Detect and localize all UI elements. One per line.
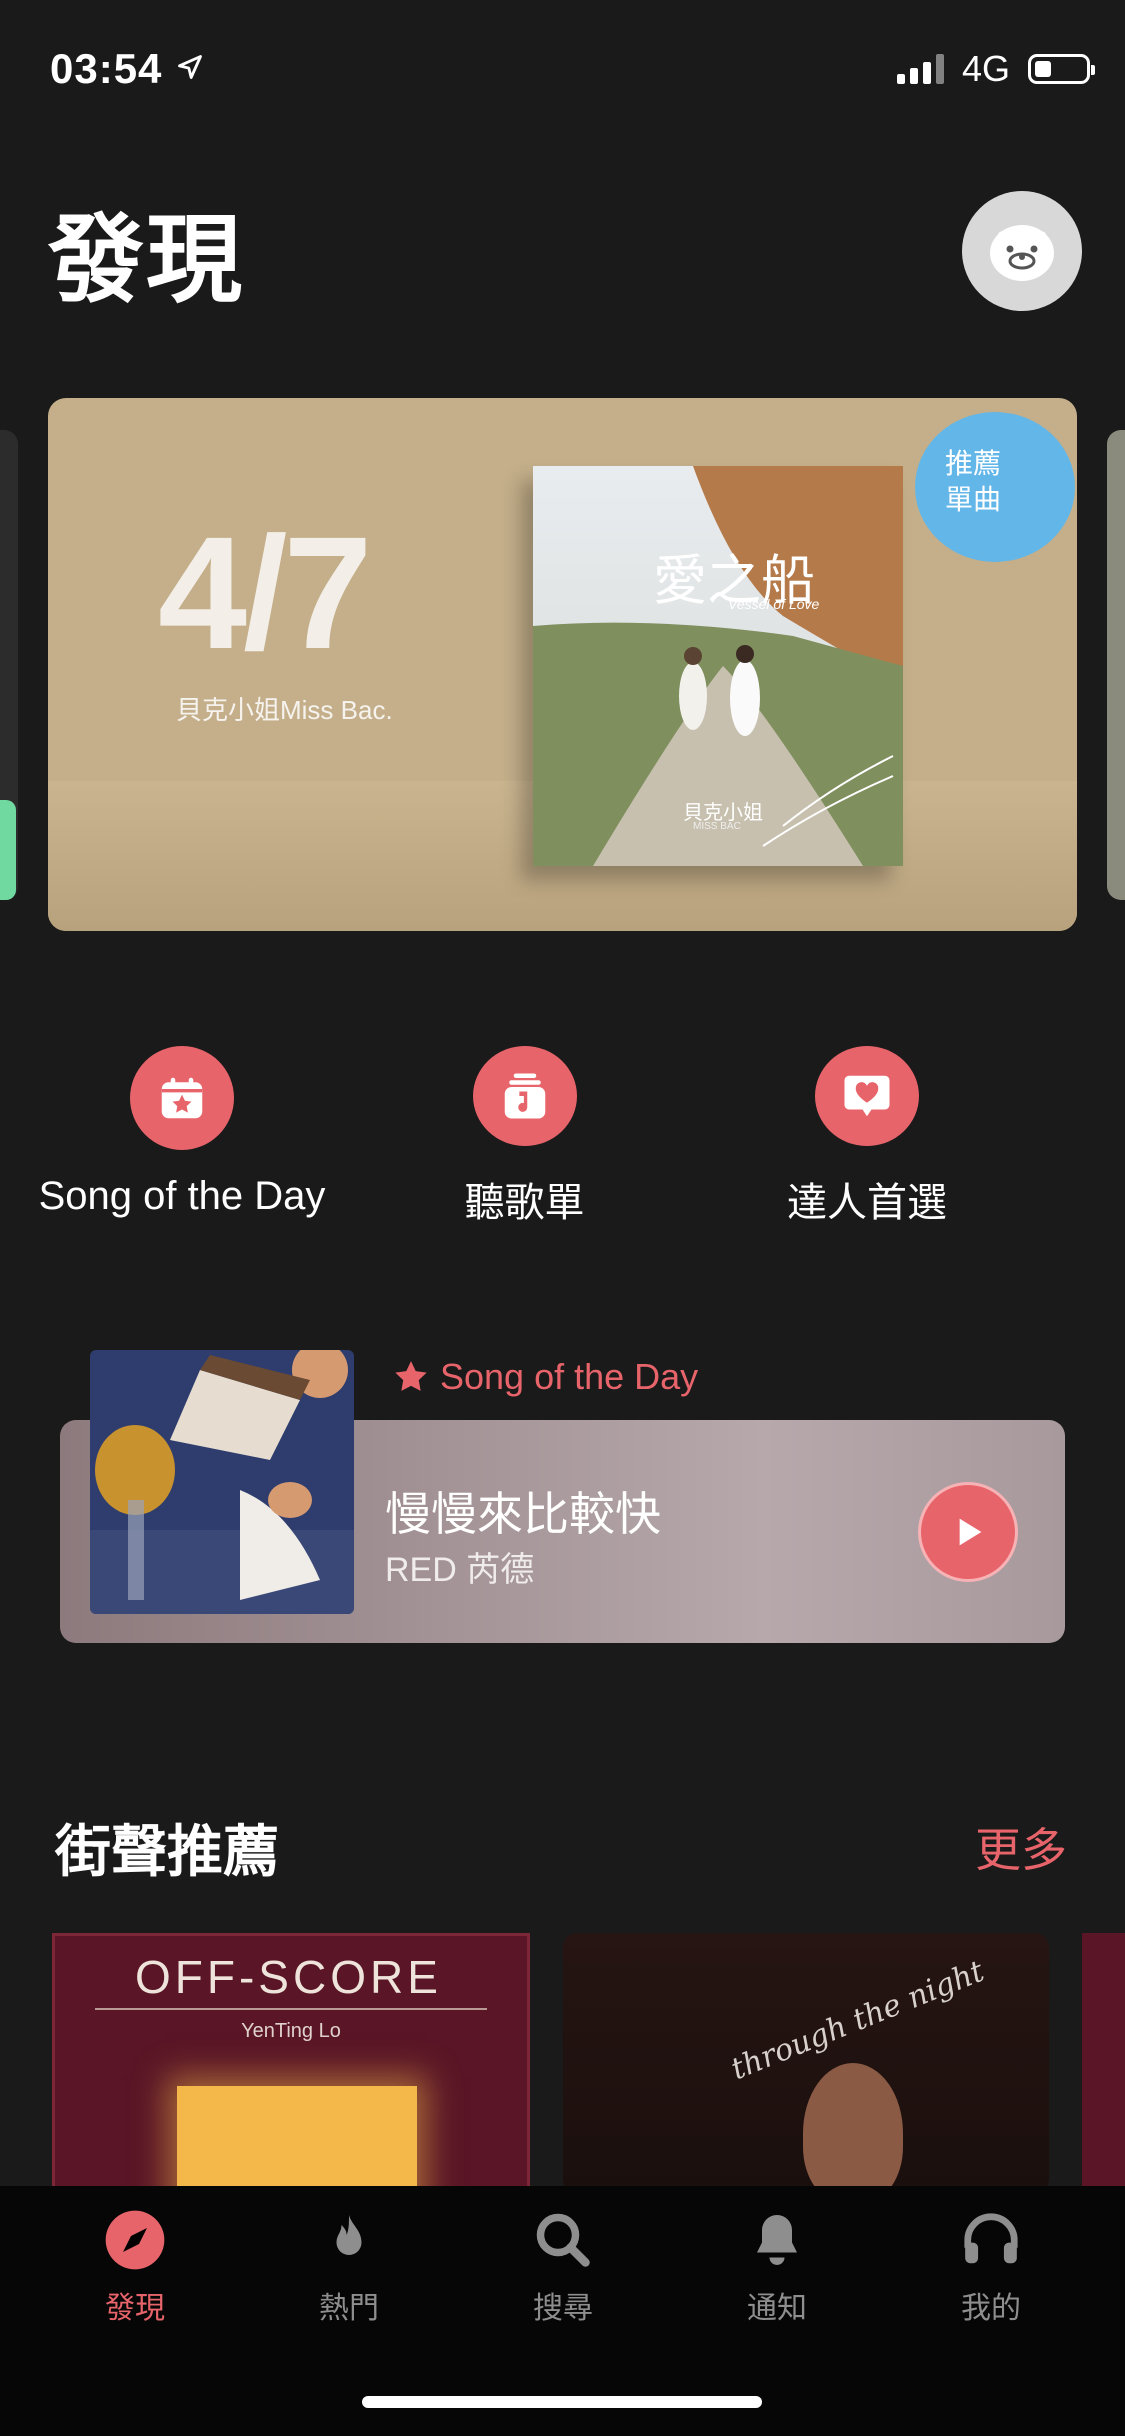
home-indicator[interactable] xyxy=(362,2396,762,2408)
song-title: 慢慢來比較快 xyxy=(385,1488,661,1540)
glow-shape xyxy=(177,2086,417,2190)
status-time: 03:54 xyxy=(50,45,163,92)
section-header: 街聲推薦 更多 xyxy=(55,1813,1067,1883)
page-header: 發現 xyxy=(48,186,1082,316)
page-title: 發現 xyxy=(48,206,244,314)
quick-item-playlists[interactable]: 聽歌單 xyxy=(365,1046,685,1228)
quick-item-label: 聽歌單 xyxy=(464,1181,585,1225)
playlist-note-icon xyxy=(472,1046,577,1146)
tab-label: 發現 xyxy=(105,2292,165,2325)
banner-artist: 貝克小姐Miss Bac. xyxy=(176,695,393,725)
recommend-card-title: OFF-SCORE xyxy=(135,1951,442,2003)
more-link[interactable]: 更多 xyxy=(975,1814,1067,1880)
badge-line-2: 單曲 xyxy=(945,484,1002,515)
tab-label: 通知 xyxy=(747,2292,807,2325)
quick-item-label: 達人首選 xyxy=(787,1181,947,1225)
avatar-face-icon xyxy=(990,225,1054,281)
location-arrow-icon xyxy=(176,53,204,86)
status-bar: 03:54 4G xyxy=(50,45,1095,92)
album-cover: 愛之船 Vessel of Love 貝克小姐 MISS BAC xyxy=(533,466,903,866)
recommend-card-subtitle: YenTing Lo xyxy=(241,2020,341,2042)
play-button[interactable] xyxy=(918,1482,1018,1582)
recommend-card-peek[interactable] xyxy=(1082,1933,1125,2193)
album-subtitle: Vessel of Love xyxy=(728,596,820,612)
recommend-card[interactable]: OFF-SCORE YenTing Lo xyxy=(52,1933,530,2193)
tab-label: 搜尋 xyxy=(533,2292,593,2325)
compass-icon xyxy=(103,2205,167,2275)
search-icon xyxy=(533,2205,593,2275)
album-artist-en: MISS BAC xyxy=(693,821,741,832)
network-label: 4G xyxy=(961,48,1010,89)
avatar[interactable] xyxy=(962,191,1082,311)
battery-icon xyxy=(1028,54,1095,84)
recommend-card[interactable]: through the night xyxy=(563,1933,1049,2193)
star-icon xyxy=(395,1361,427,1391)
quick-item-expert-picks[interactable]: 達人首選 xyxy=(707,1046,1027,1228)
section-title: 街聲推薦 xyxy=(55,1819,279,1883)
carousel-next-card[interactable] xyxy=(1107,430,1125,900)
banner-date: 4/7 xyxy=(158,503,372,682)
flame-icon xyxy=(319,2205,379,2275)
divider xyxy=(95,2008,487,2010)
song-artist: RED 芮德 xyxy=(385,1551,535,1589)
tab-discover[interactable]: 發現 xyxy=(75,2205,195,2335)
bell-icon xyxy=(747,2205,807,2275)
quick-item-label: Song of the Day xyxy=(38,1174,326,1218)
heart-chat-icon xyxy=(815,1046,919,1146)
song-of-day-cover[interactable] xyxy=(90,1350,354,1614)
song-of-day-tag-label: Song of the Day xyxy=(440,1356,699,1397)
tab-notifications[interactable]: 通知 xyxy=(717,2205,837,2335)
tab-mine[interactable]: 我的 xyxy=(931,2205,1051,2335)
signal-icon xyxy=(896,54,944,84)
headphones-icon xyxy=(960,2205,1022,2275)
portrait-shape xyxy=(803,2063,903,2193)
quick-menu: Song of the Day 聽歌單 達人首選 xyxy=(22,1046,1027,1228)
carousel-prev-accent xyxy=(0,800,16,900)
play-icon xyxy=(959,1518,982,1546)
tab-items: 發現 熱門 搜尋 通知 我的 xyxy=(75,2205,1051,2335)
badge-line-1: 推薦 xyxy=(945,448,1002,479)
tab-hot[interactable]: 熱門 xyxy=(289,2205,409,2335)
tab-search[interactable]: 搜尋 xyxy=(503,2205,623,2335)
song-of-day-tag: Song of the Day xyxy=(392,1352,730,1402)
recommended-single-badge[interactable]: 推薦 單曲 xyxy=(915,412,1075,562)
tab-label: 熱門 xyxy=(319,2292,379,2325)
tab-label: 我的 xyxy=(961,2292,1021,2325)
cover-art xyxy=(90,1350,354,1614)
quick-item-song-of-the-day[interactable]: Song of the Day xyxy=(22,1046,342,1228)
calendar-star-icon xyxy=(130,1046,234,1150)
